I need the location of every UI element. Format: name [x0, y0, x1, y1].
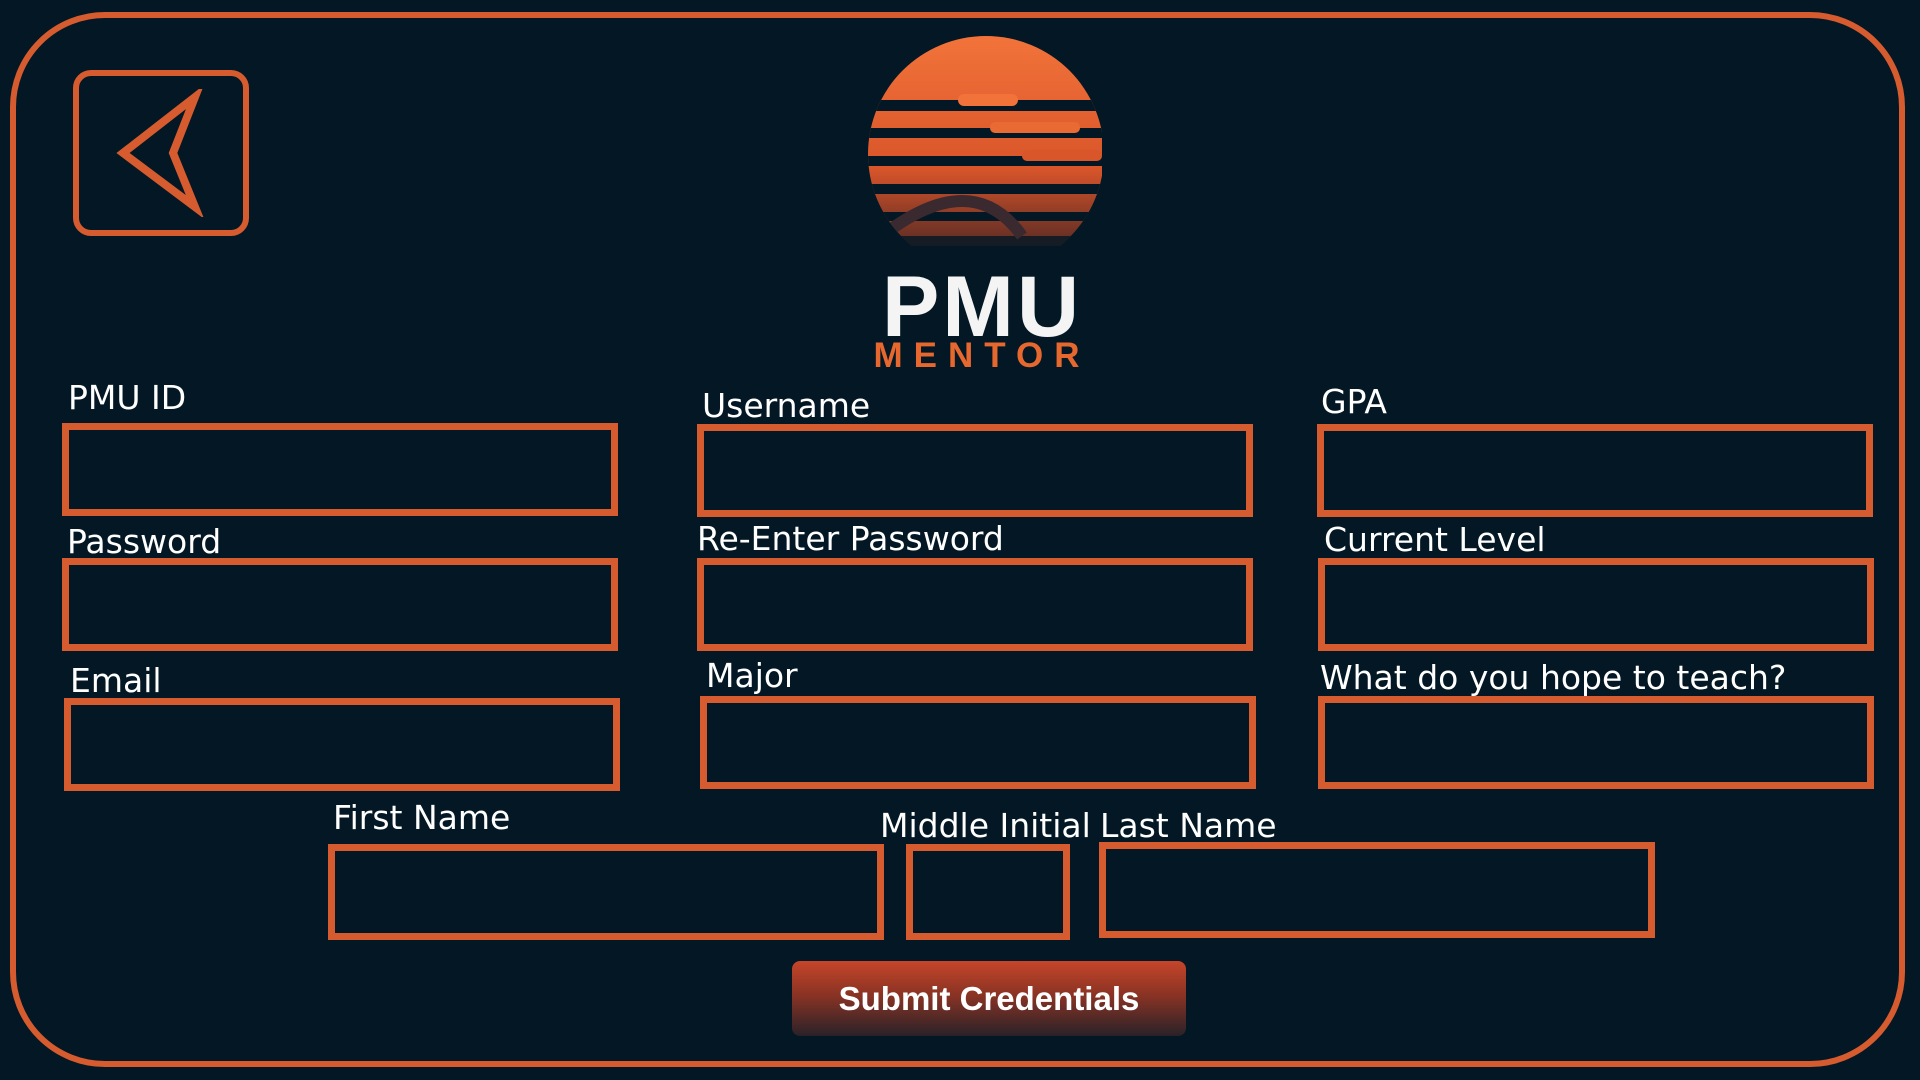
last-name-input[interactable]: [1099, 842, 1655, 938]
email-input[interactable]: [64, 698, 620, 791]
pmu-id-label: PMU ID: [68, 378, 187, 417]
last-name-label: Last Name: [1100, 806, 1277, 845]
first-name-input[interactable]: [328, 844, 884, 940]
teach-label: What do you hope to teach?: [1320, 658, 1787, 697]
current-level-input[interactable]: [1318, 558, 1874, 651]
major-label: Major: [706, 656, 798, 695]
sunset-logo-icon: [868, 36, 1102, 246]
pmu-id-input[interactable]: [62, 423, 618, 516]
current-level-label: Current Level: [1324, 520, 1546, 559]
username-label: Username: [702, 386, 871, 425]
middle-initial-label: Middle Initial: [880, 806, 1091, 845]
username-input[interactable]: [697, 424, 1253, 517]
password-input[interactable]: [62, 558, 618, 651]
first-name-label: First Name: [333, 798, 511, 837]
reenter-password-input[interactable]: [697, 558, 1253, 651]
logo-subtitle: MENTOR: [873, 336, 1091, 375]
teach-input[interactable]: [1318, 696, 1874, 789]
gpa-input[interactable]: [1317, 424, 1873, 517]
gpa-label: GPA: [1321, 382, 1387, 421]
pmu-mentor-logo: PMU MENTOR: [862, 36, 1102, 376]
password-label: Password: [67, 522, 222, 561]
submit-credentials-button[interactable]: Submit Credentials: [792, 961, 1186, 1036]
email-label: Email: [70, 661, 162, 700]
middle-initial-input[interactable]: [906, 844, 1070, 940]
reenter-password-label: Re-Enter Password: [697, 519, 1004, 558]
major-input[interactable]: [700, 696, 1256, 789]
back-button[interactable]: [73, 70, 249, 236]
back-arrow-icon: [116, 89, 204, 217]
